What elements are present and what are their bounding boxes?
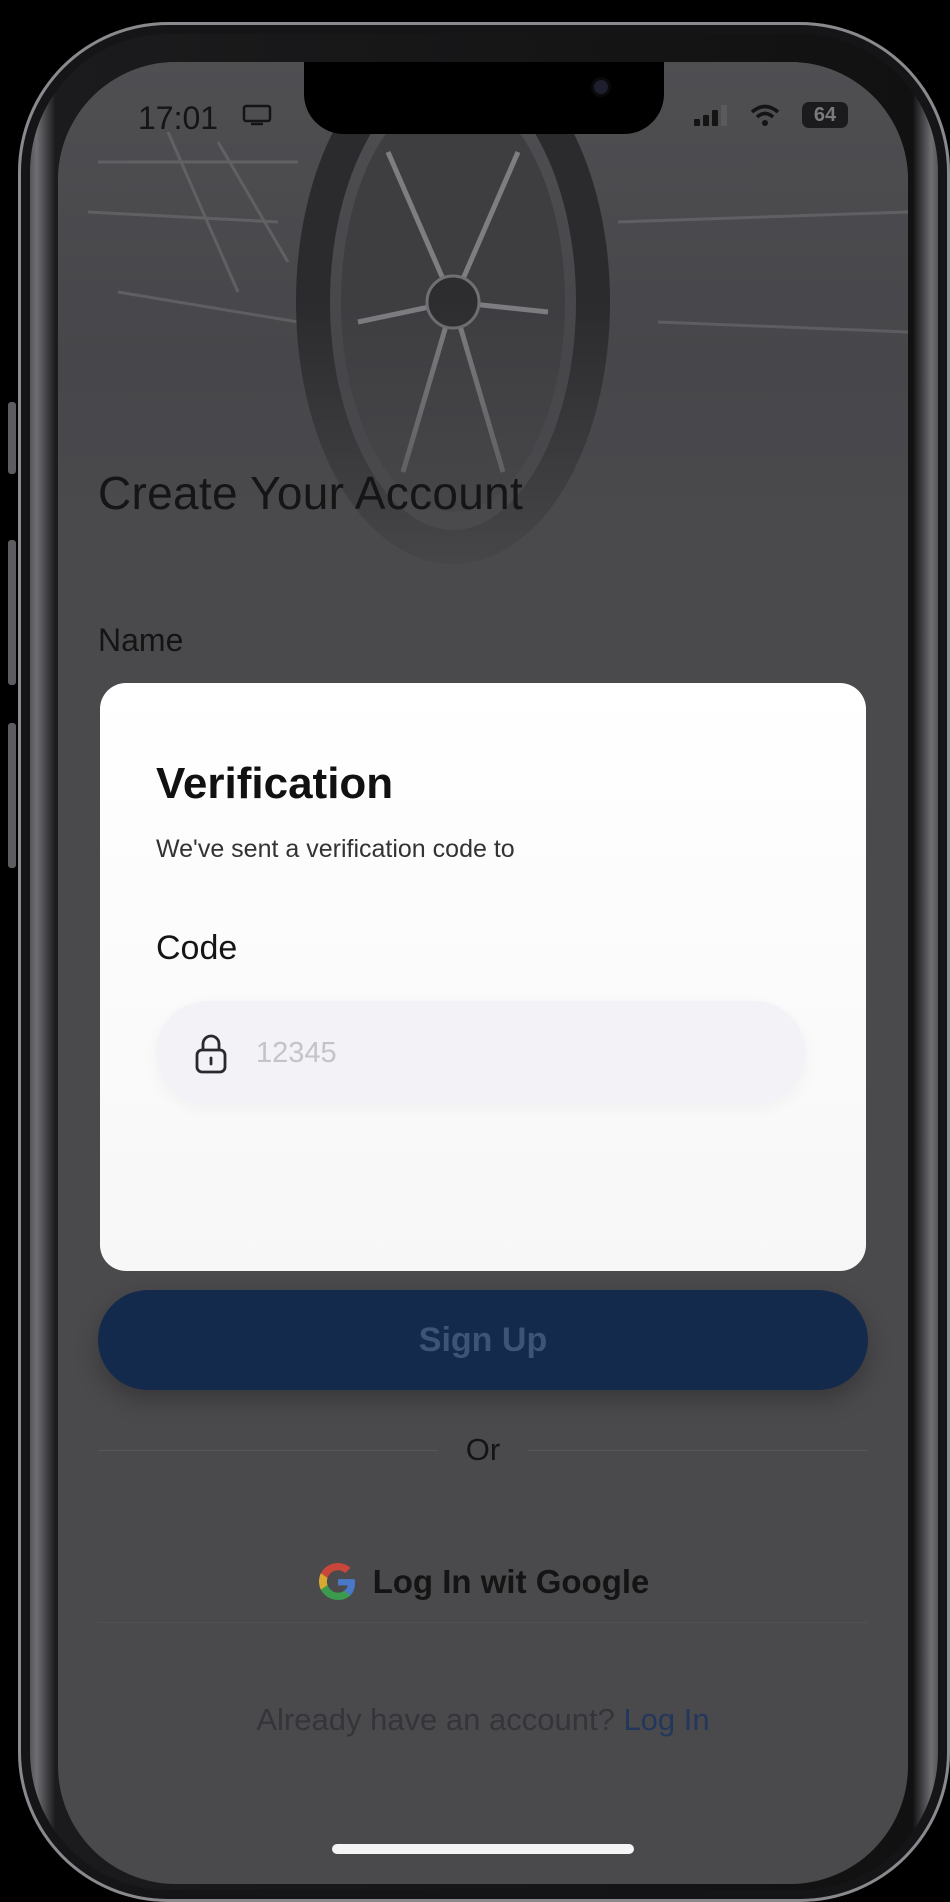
code-input[interactable] bbox=[254, 1035, 678, 1071]
google-login-label: Log In wit Google bbox=[372, 1563, 650, 1600]
or-divider: Or bbox=[98, 1430, 868, 1470]
page-title: Create Your Account bbox=[98, 467, 524, 519]
sign-up-button[interactable]: Sign Up bbox=[98, 1290, 868, 1390]
google-login-button[interactable]: Log In wit Google bbox=[98, 1542, 868, 1623]
status-indicators: 64 bbox=[694, 102, 848, 128]
lock-icon bbox=[195, 1034, 227, 1074]
app-screen: 17:01 64 Create Your Account Name Verifi… bbox=[58, 62, 908, 1884]
google-icon bbox=[318, 1563, 355, 1600]
login-link[interactable]: Log In bbox=[623, 1702, 709, 1737]
or-label: Or bbox=[465, 1432, 501, 1467]
status-time: 17:01 bbox=[138, 100, 219, 136]
divider-line-left bbox=[98, 1449, 438, 1451]
login-prompt-text: Already have an account? bbox=[256, 1702, 615, 1737]
action-button bbox=[8, 402, 16, 474]
wifi-icon bbox=[750, 104, 780, 126]
verification-modal: Verification We've sent a verification c… bbox=[100, 683, 866, 1271]
modal-subtitle: We've sent a verification code to bbox=[156, 835, 515, 863]
cellular-signal-icon bbox=[694, 105, 727, 126]
code-field-label: Code bbox=[156, 929, 238, 967]
code-field[interactable] bbox=[156, 1001, 806, 1105]
hero-fade bbox=[58, 302, 908, 602]
front-camera bbox=[594, 80, 608, 94]
screen-mirroring-icon bbox=[242, 104, 272, 126]
home-indicator[interactable] bbox=[332, 1844, 634, 1854]
login-prompt-row: Already have an account? Log In bbox=[58, 1702, 908, 1738]
divider-line-right bbox=[528, 1449, 868, 1451]
battery-indicator: 64 bbox=[802, 102, 848, 128]
dynamic-island bbox=[304, 62, 664, 134]
name-field-label: Name bbox=[98, 622, 184, 658]
modal-title: Verification bbox=[156, 759, 394, 808]
volume-down-button bbox=[8, 723, 16, 868]
volume-up-button bbox=[8, 540, 16, 685]
